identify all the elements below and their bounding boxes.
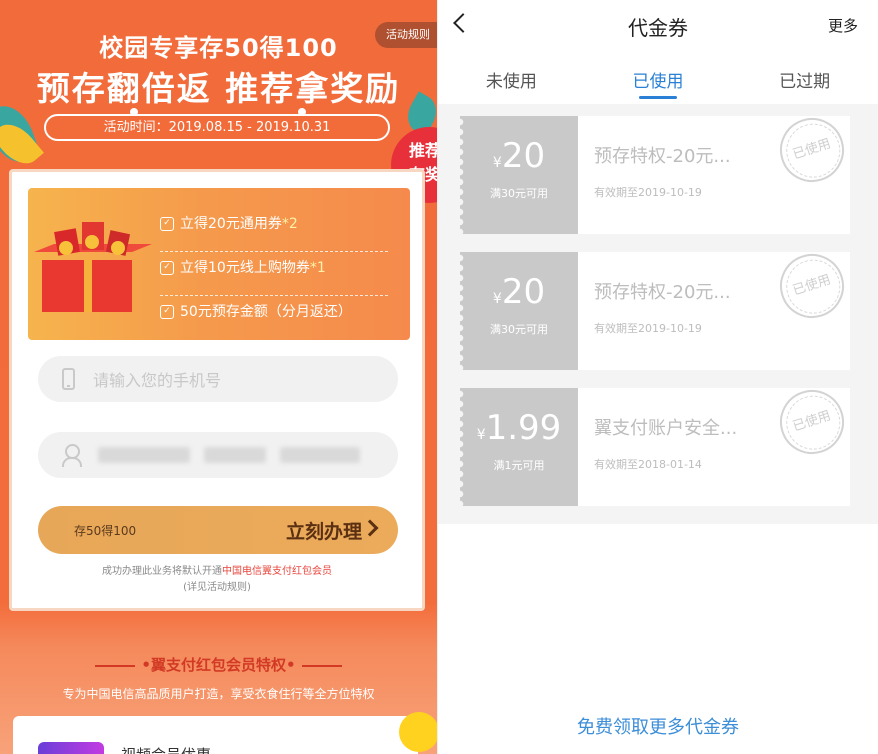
promo-title: 校园专享存50得100 [99,34,338,62]
title-divider [301,664,342,667]
voucher-expiry: 有效期至2019-10-19 [594,186,702,199]
title-divider [95,664,136,667]
gift-item-count: *2 [281,216,298,232]
phone-field[interactable]: 请输入您的手机号 [38,356,398,402]
member-card-title: 视频会员优惠 [121,744,211,754]
gift-item: ✓ 立得20元通用券 *2 [160,208,388,252]
gift-item-text: 立得20元通用券 [180,216,282,232]
badge-line-1: 推荐 [409,141,437,160]
voucher-amount-stub: ¥1.99 满1元可用 [460,388,578,506]
phone-placeholder: 请输入您的手机号 [93,371,222,390]
voucher-list: ¥20 满30元可用 预存特权-20元... 有效期至2019-10-19 已使… [438,104,878,524]
blurred-value [204,447,266,463]
voucher-info: 预存特权-20元... 有效期至2019-10-19 [594,142,794,200]
tab-expired[interactable]: 已过期 [731,52,878,104]
voucher-amount-stub: ¥20 满30元可用 [460,116,578,234]
gift-bullet-icon: ✓ [160,305,174,319]
voucher-card[interactable]: ¥20 满30元可用 预存特权-20元... 有效期至2019-10-19 已使… [460,245,853,370]
tab-unused[interactable]: 未使用 [438,52,585,104]
voucher-name: 翼支付账户安全... [594,418,738,439]
gift-item-count: *1 [309,260,326,276]
gift-item-text: 立得10元线上购物券 [180,260,310,276]
blurred-value [280,447,360,463]
member-title: •翼支付红包会员特权• [0,654,437,675]
gift-list: ✓ 立得20元通用券 *2 ✓ 立得10元线上购物券 *1 ✓ 50元预存金额（… [160,208,388,340]
promo-page: 活动规则 校园专享存50得100 预存翻倍返 推荐拿奖励 活动时间：2019.0… [0,0,437,754]
gift-bullet-icon: ✓ [160,261,174,275]
name-field[interactable] [38,432,398,478]
member-title-text: 翼支付红包会员特权 [150,656,286,674]
voucher-card[interactable]: ¥20 满30元可用 预存特权-20元... 有效期至2019-10-19 已使… [460,109,853,234]
member-privileges-section: •翼支付红包会员特权• 专为中国电信高品质用户打造，享受衣食住行等全方位特权 视… [0,640,437,754]
terms-note: 成功办理此业务将默认开通中国电信翼支付红包会员 (详见活动规则) [12,564,422,596]
voucher-amount: 20 [501,136,546,176]
voucher-page: 代金券 更多 未使用 已使用 已过期 ¥20 满30元可用 预存特权-20元..… [437,0,878,754]
voucher-name: 预存特权-20元... [594,146,731,167]
gift-bullet-icon: ✓ [160,217,174,231]
page-title: 代金券 [628,16,688,40]
video-member-icon [38,742,104,754]
gift-item-text: 50元预存金额（分月返还） [180,304,352,320]
member-card[interactable]: 视频会员优惠 [13,716,418,754]
voucher-expiry: 有效期至2018-01-14 [594,458,702,471]
submit-offer-label: 存50得100 [74,523,137,538]
voucher-name: 预存特权-20元... [594,282,731,303]
submit-label: 立刻办理 [285,520,362,543]
voucher-expiry: 有效期至2019-10-19 [594,322,702,335]
submit-button[interactable]: 存50得100 立刻办理 [38,506,398,554]
signup-card: ✓ 立得20元通用券 *2 ✓ 立得10元线上购物券 *1 ✓ 50元预存金额（… [9,169,425,611]
blurred-value [98,447,190,463]
currency-symbol: ¥ [476,427,486,443]
voucher-card[interactable]: ¥1.99 满1元可用 翼支付账户安全... 有效期至2018-01-14 已使… [460,381,853,506]
terms-prefix: 成功办理此业务将默认开通 [102,566,222,577]
voucher-condition: 满1元可用 [493,459,545,472]
voucher-info: 预存特权-20元... 有效期至2019-10-19 [594,278,794,336]
decorative-circle [399,712,437,752]
currency-symbol: ¥ [492,155,502,171]
gift-item: ✓ 50元预存金额（分月返还） [160,296,388,340]
chevron-right-icon [361,519,379,537]
nav-bar: 代金券 更多 [438,0,878,52]
currency-symbol: ¥ [492,291,502,307]
voucher-condition: 满30元可用 [490,323,548,336]
voucher-amount: 1.99 [485,408,562,448]
terms-member-link[interactable]: 中国电信翼支付红包会员 [222,566,332,577]
promo-headline: 预存翻倍返 推荐拿奖励 [36,69,401,108]
more-button[interactable]: 更多 [828,15,858,36]
gift-box-icon [34,222,152,312]
gift-panel: ✓ 立得20元通用券 *2 ✓ 立得10元线上购物券 *1 ✓ 50元预存金额（… [28,188,410,340]
get-more-vouchers-link[interactable]: 免费领取更多代金券 [438,713,878,739]
voucher-tabs: 未使用 已使用 已过期 [438,52,878,104]
user-icon [62,444,82,467]
voucher-amount: 20 [501,272,546,312]
terms-suffix: (详见活动规则) [183,582,251,593]
voucher-amount-stub: ¥20 满30元可用 [460,252,578,370]
voucher-info: 翼支付账户安全... 有效期至2018-01-14 [594,414,794,472]
tab-used[interactable]: 已使用 [585,52,732,104]
voucher-condition: 满30元可用 [490,187,548,200]
member-subtitle: 专为中国电信高品质用户打造，享受衣食住行等全方位特权 [62,687,375,701]
phone-icon [62,368,75,390]
gift-item: ✓ 立得10元线上购物券 *1 [160,252,388,296]
activity-period: 活动时间：2019.08.15 - 2019.10.31 [44,114,390,141]
